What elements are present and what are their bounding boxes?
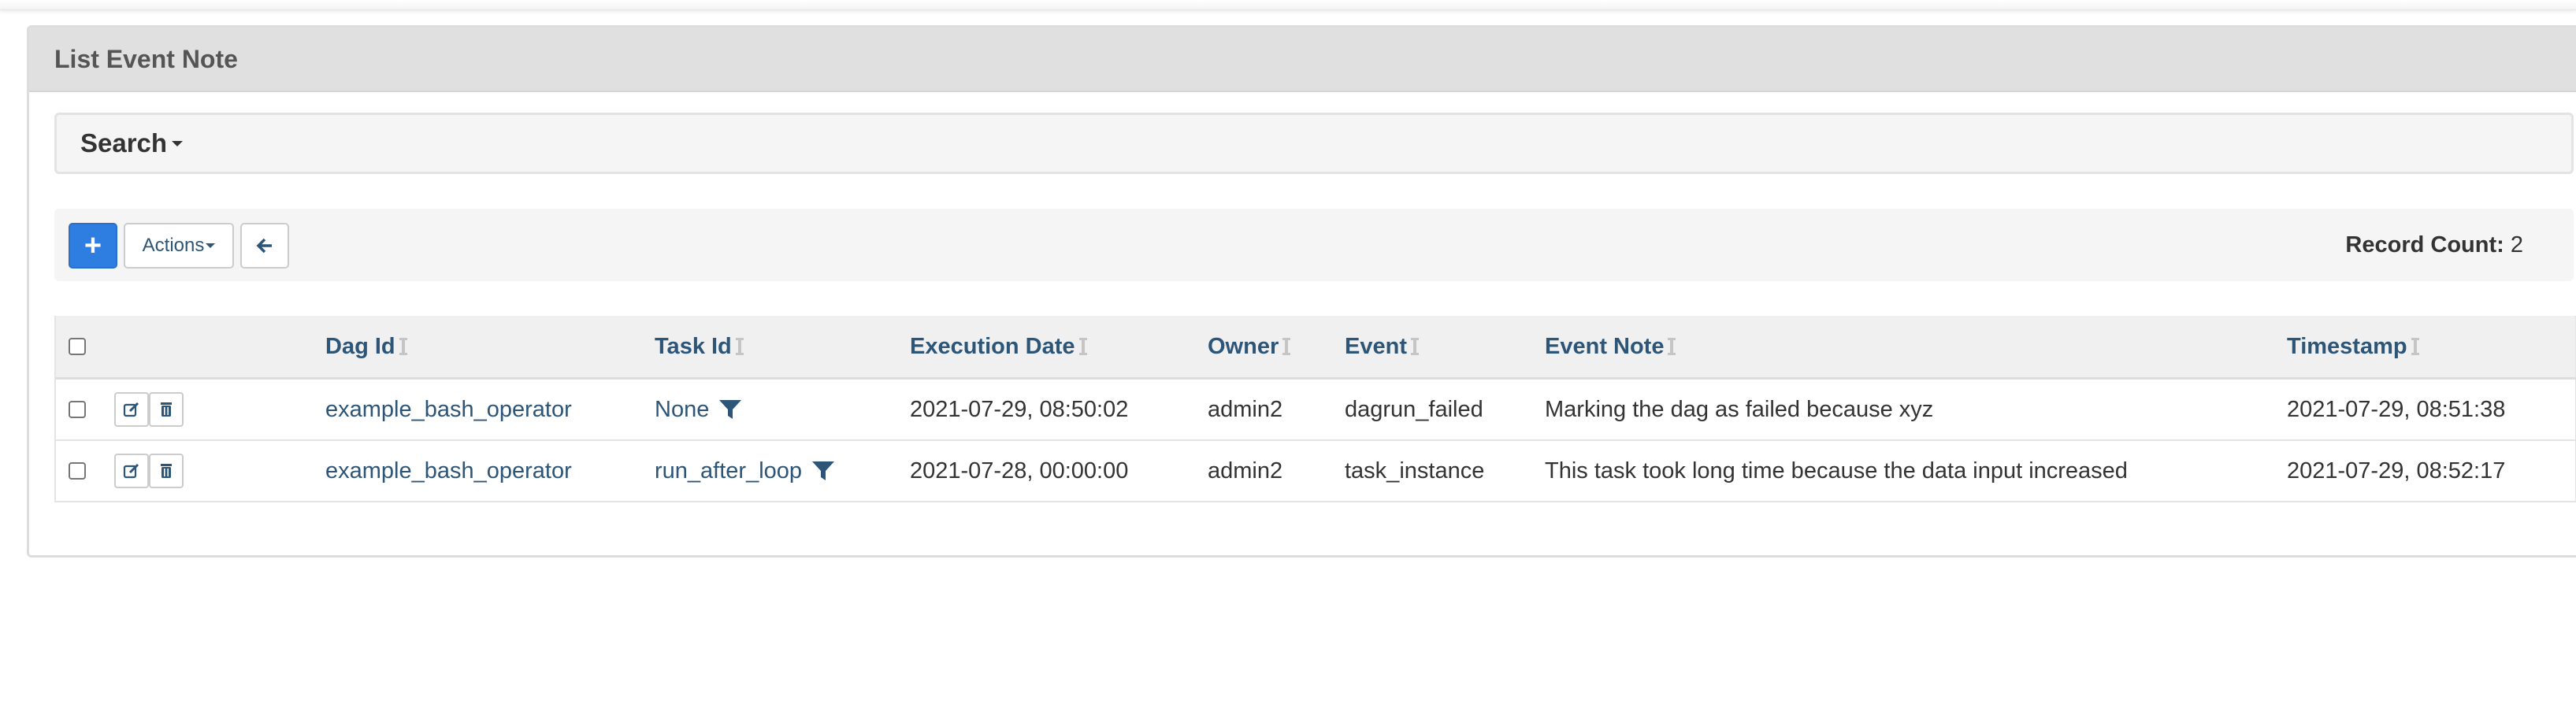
edit-button[interactable] [114,392,149,427]
top-navbar-edge [0,0,2576,10]
caret-down-icon [172,140,184,146]
sort-icon [1078,338,1087,355]
task-id-link[interactable]: run_after_loop [655,458,802,484]
edit-button[interactable] [114,454,149,488]
record-count-label: Record Count: [2345,232,2504,258]
sort-icon [735,338,744,355]
edit-icon [123,463,139,479]
column-header-event[interactable]: Event [1345,316,1419,377]
column-label: Task Id [655,333,732,359]
sort-icon [1410,338,1419,355]
column-label: Owner [1208,333,1279,359]
timestamp-cell: 2021-07-29, 08:51:38 [2287,396,2506,422]
delete-button[interactable] [149,454,184,488]
column-label: Event Note [1545,333,1665,359]
event-note-cell: Marking the dag as failed because xyz [1545,396,1934,422]
owner-cell: admin2 [1208,396,1283,422]
actions-label: Actions [142,235,205,256]
execution-date-cell: 2021-07-29, 08:50:02 [910,396,1129,422]
sort-icon [1282,338,1291,355]
column-header-timestamp[interactable]: Timestamp [2287,316,2419,377]
record-count: Record Count: 2 [2345,232,2523,258]
trash-icon [161,464,172,478]
column-label: Timestamp [2287,333,2407,359]
column-header-dag-id[interactable]: Dag Id [325,316,407,377]
record-count-value: 2 [2510,232,2523,258]
event-note-cell: This task took long time because the dat… [1545,458,2128,484]
column-label: Dag Id [325,333,395,359]
delete-button[interactable] [149,392,184,427]
sort-icon [399,338,407,355]
edit-icon [123,402,139,417]
event-note-table: Dag Id Task Id Execution Date Owner Even… [54,316,2576,502]
table-header: Dag Id Task Id Execution Date Owner Even… [56,316,2575,380]
event-cell: task_instance [1345,458,1485,484]
row-checkbox[interactable] [69,462,86,480]
select-all-checkbox[interactable] [69,338,86,355]
plus-icon: + [84,228,102,262]
list-toolbar: + Actions Record Count: 2 [54,209,2574,281]
event-cell: dagrun_failed [1345,396,1483,422]
sort-icon [1668,338,1676,355]
add-button[interactable]: + [69,223,117,269]
execution-date-cell: 2021-07-28, 00:00:00 [910,458,1129,484]
timestamp-cell: 2021-07-29, 08:52:17 [2287,458,2506,484]
column-label: Event [1345,333,1407,359]
search-toggle[interactable]: Search [54,113,2574,174]
column-header-task-id[interactable]: Task Id [655,316,744,377]
filter-icon[interactable] [718,398,742,421]
column-header-owner[interactable]: Owner [1208,316,1291,377]
table-row: example_bash_operator None 2021-07-29, 0… [56,380,2575,441]
arrow-left-icon [256,238,272,254]
task-id-link[interactable]: None [655,397,709,423]
actions-dropdown-button[interactable]: Actions [124,223,234,269]
column-header-execution-date[interactable]: Execution Date [910,316,1087,377]
caret-down-icon [206,243,216,248]
sort-icon [2411,338,2419,355]
list-panel: List Event Note Search + Actions Record … [27,25,2576,558]
back-button[interactable] [240,223,289,269]
filter-icon[interactable] [811,459,835,483]
row-checkbox[interactable] [69,401,86,418]
trash-icon [161,402,172,417]
search-label: Search [80,128,168,157]
table-row: example_bash_operator run_after_loop 202… [56,441,2575,502]
owner-cell: admin2 [1208,458,1283,484]
column-label: Execution Date [910,333,1075,359]
dag-id-link[interactable]: example_bash_operator [325,441,572,501]
column-header-event-note[interactable]: Event Note [1545,316,1676,377]
dag-id-link[interactable]: example_bash_operator [325,380,572,439]
panel-title: List Event Note [29,28,2576,92]
